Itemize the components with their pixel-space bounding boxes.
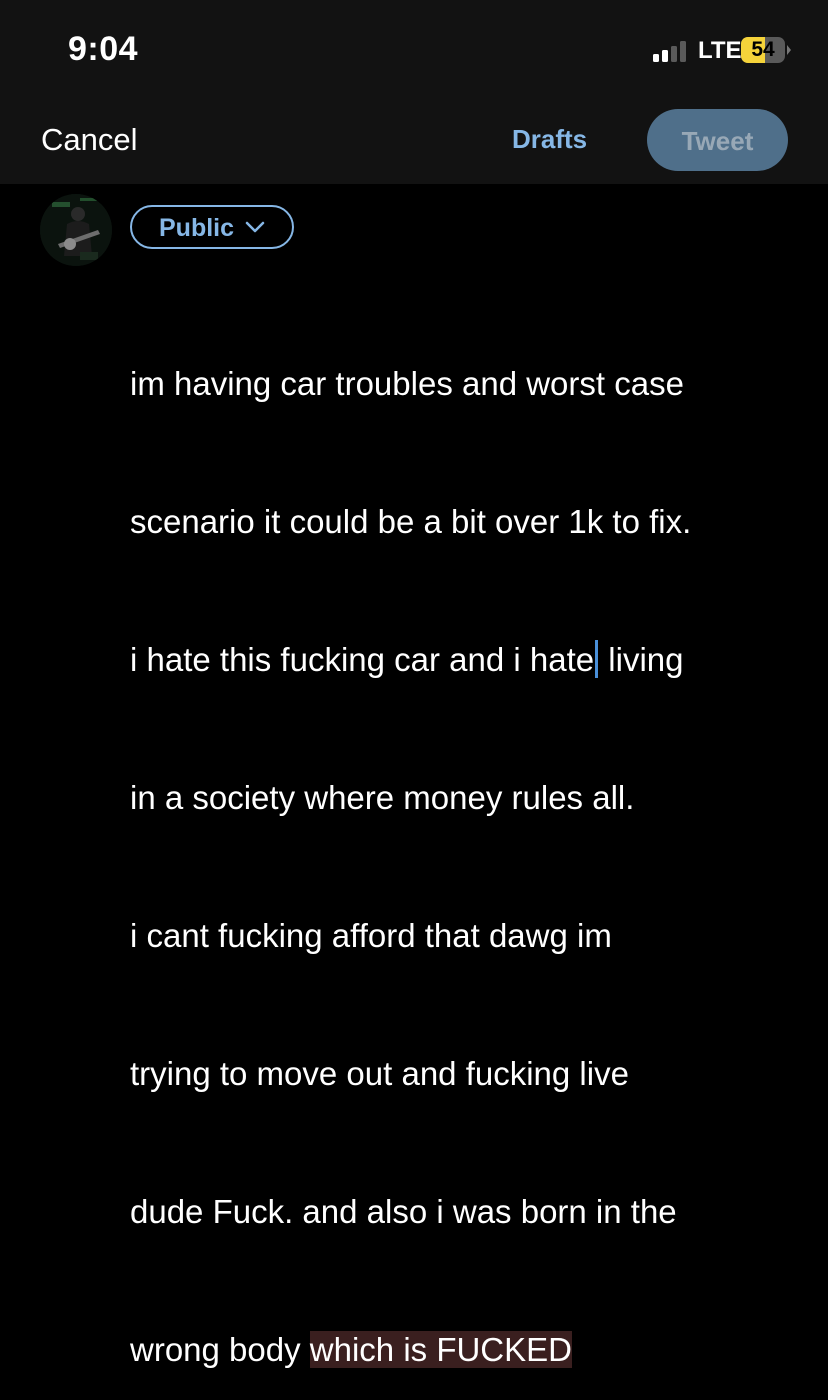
status-time: 9:04 [68,30,139,68]
signal-bar [680,41,686,62]
tweet-button[interactable]: Tweet [647,109,788,171]
compose-text: wrong body [130,1331,310,1368]
compose-line: scenario it could be a bit over 1k to fi… [130,499,810,545]
compose-line: in a society where money rules all. [130,775,810,821]
compose-line: trying to move out and fucking live [130,1051,810,1097]
chevron-down-icon [245,221,265,233]
avatar[interactable] [40,194,112,266]
signal-bar [662,50,668,62]
battery-percentage: 54 [751,38,775,61]
cancel-button[interactable]: Cancel [41,122,138,158]
battery-icon: 54 [741,37,785,63]
avatar-image [40,194,112,266]
highlighted-text: which is FUCKED [309,1331,572,1368]
compose-text: in a society where money rules all. [130,779,635,816]
compose-text: i hate this fucking car and i hate [130,641,595,678]
audience-label: Public [159,214,235,242]
compose-line: i cant fucking afford that dawg im [130,913,810,959]
compose-line: im having car troubles and worst case [130,361,810,407]
signal-strength-icon [653,40,693,62]
tweet-compose-textarea[interactable]: im having car troubles and worst case sc… [130,269,810,1400]
compose-line: i hate this fucking car and i hate livin… [130,637,810,683]
compose-header: Cancel Drafts Tweet [0,100,828,184]
compose-line: dude Fuck. and also i was born in the [130,1189,810,1235]
battery-tip [787,45,791,55]
status-bar: 9:04 LTE 54 [0,0,828,100]
compose-text: trying to move out and fucking live [130,1055,629,1092]
signal-bar [671,46,677,62]
compose-text: scenario it could be a bit over 1k to fi… [130,503,692,540]
compose-line: wrong body which is FUCKED [130,1327,810,1373]
compose-text: i cant fucking afford that dawg im [130,917,612,954]
audience-selector[interactable]: Public [130,205,294,249]
network-type: LTE [698,37,742,64]
signal-bar [653,54,659,62]
compose-text: im having car troubles and worst case [130,365,684,402]
compose-text: living [599,641,684,678]
text-cursor [595,640,599,678]
compose-text: dude Fuck. and also i was born in the [130,1193,677,1230]
drafts-button[interactable]: Drafts [512,124,587,155]
